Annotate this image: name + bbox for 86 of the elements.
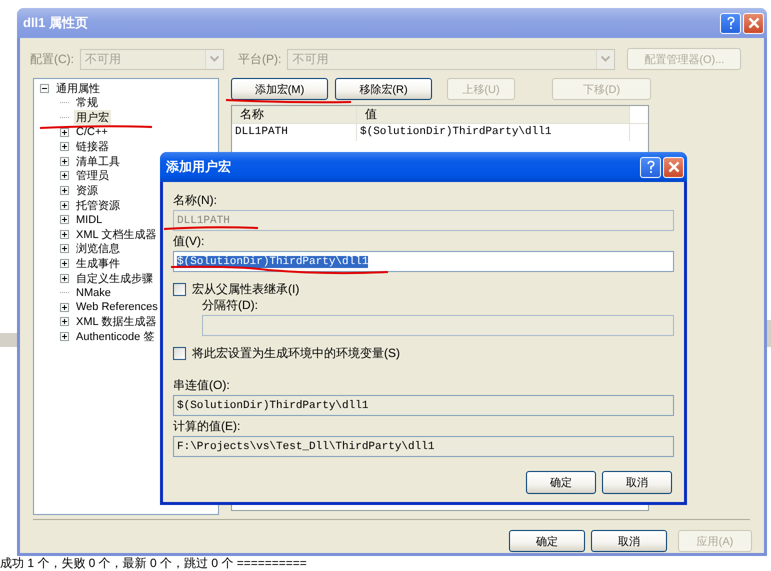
expand-toggle[interactable] — [60, 302, 69, 312]
field-label: 平台(P): — [238, 50, 282, 68]
plus-icon — [60, 302, 69, 312]
expand-toggle[interactable] — [60, 230, 69, 239]
tree-item[interactable]: 链接器 — [74, 139, 111, 154]
expand-toggle[interactable] — [60, 332, 69, 341]
tree-item[interactable]: 资源 — [74, 182, 100, 198]
tree-item[interactable]: 浏览信息 — [74, 241, 122, 256]
expand-toggle[interactable] — [60, 200, 69, 210]
input-field: DLL1PATH — [173, 210, 674, 231]
input-field[interactable]: $(SolutionDir)ThirdParty\dll1 — [173, 251, 674, 272]
build-summary-text: 成功 1 个，失败 0 个，最新 0 个，跳过 0 个 ========== — [0, 555, 307, 571]
table-cell: DLL1PATH — [232, 124, 357, 141]
tree-item[interactable]: 托管资源 — [74, 198, 122, 213]
tree-item[interactable]: Authenticode 签 — [74, 328, 156, 344]
tree-item[interactable]: XML 文档生成器 — [74, 226, 158, 242]
checkbox[interactable] — [173, 282, 186, 296]
field-label: 值(V): — [173, 234, 206, 249]
expand-toggle[interactable] — [60, 317, 69, 326]
expand-toggle[interactable] — [60, 128, 69, 137]
checkbox-label: 宏从父属性表继承(I) — [192, 280, 300, 298]
expand-toggle[interactable] — [60, 156, 69, 166]
column-header: 值 — [357, 106, 630, 123]
table-cell: $(SolutionDir)ThirdParty\dll1 — [357, 124, 630, 141]
tree-item[interactable]: 管理员 — [74, 168, 111, 184]
plus-icon — [60, 274, 69, 283]
close-icon[interactable] — [668, 161, 680, 173]
expand-toggle[interactable] — [60, 171, 69, 180]
close-button[interactable] — [743, 12, 764, 34]
expand-toggle[interactable] — [60, 244, 69, 254]
tree-item[interactable]: XML 数据生成器 — [74, 314, 158, 330]
tree-item[interactable]: 用户宏 — [74, 110, 111, 125]
plus-icon — [60, 128, 69, 137]
close-icon[interactable] — [748, 17, 760, 29]
plus-icon — [60, 200, 69, 210]
tree-item[interactable]: 自定义生成步骤 — [74, 270, 155, 286]
checkbox[interactable] — [173, 346, 186, 360]
help-button[interactable] — [720, 12, 741, 34]
minus-icon — [40, 84, 49, 93]
plus-icon — [60, 142, 69, 152]
plus-icon — [60, 332, 69, 341]
plus-icon — [60, 258, 69, 268]
tree-item[interactable]: Web References — [74, 301, 160, 314]
tree-item[interactable]: C/C++ — [74, 126, 110, 138]
input-field[interactable]: $(SolutionDir)ThirdParty\dll1 — [173, 395, 674, 416]
expand-toggle[interactable] — [60, 258, 69, 268]
plus-icon — [60, 171, 69, 180]
tree-item[interactable]: 清单工具 — [74, 154, 122, 169]
column-header: 名称 — [232, 106, 357, 123]
tree-item[interactable]: 生成事件 — [74, 256, 122, 271]
button[interactable]: 取消 — [591, 530, 667, 552]
plus-icon — [60, 244, 69, 254]
field-label: 名称(N): — [173, 193, 218, 208]
chevron-down-icon — [601, 56, 610, 62]
field-label: 计算的值(E): — [173, 419, 242, 434]
expand-toggle[interactable] — [60, 215, 69, 224]
tree-item[interactable]: NMake — [74, 286, 113, 299]
help-icon[interactable] — [646, 160, 656, 174]
close-button[interactable] — [663, 156, 684, 178]
button[interactable]: 添加宏(M) — [231, 78, 328, 100]
expand-toggle[interactable] — [60, 186, 69, 195]
button[interactable]: 取消 — [602, 471, 672, 494]
button[interactable]: 确定 — [509, 530, 585, 552]
plus-icon — [60, 186, 69, 195]
plus-icon — [60, 317, 69, 326]
tree-item[interactable]: MIDL — [74, 214, 104, 226]
button[interactable]: 确定 — [526, 471, 596, 494]
plus-icon — [60, 215, 69, 224]
plus-icon — [60, 230, 69, 239]
collapse-toggle[interactable] — [40, 84, 49, 93]
tree-item[interactable]: 常规 — [74, 95, 100, 110]
button[interactable]: 移除宏(R) — [335, 78, 432, 100]
chevron-down-icon — [210, 56, 219, 62]
field-label: 配置(C): — [30, 50, 74, 68]
window-title: dll1 属性页 — [23, 14, 88, 32]
expand-toggle[interactable] — [60, 274, 69, 283]
tree-item[interactable]: 通用属性 — [54, 80, 102, 96]
field-label: 分隔符(D): — [202, 298, 259, 313]
plus-icon — [60, 156, 69, 166]
help-button[interactable] — [640, 156, 661, 178]
expand-toggle[interactable] — [60, 142, 69, 152]
checkbox-label: 将此宏设置为生成环境中的环境变量(S) — [192, 344, 400, 362]
field-label: 串连值(O): — [173, 378, 231, 393]
input-field[interactable]: F:\Projects\vs\Test_Dll\ThirdParty\dll1 — [173, 436, 674, 457]
dialog-title: 添加用户宏 — [166, 158, 231, 176]
help-icon[interactable] — [726, 16, 736, 30]
